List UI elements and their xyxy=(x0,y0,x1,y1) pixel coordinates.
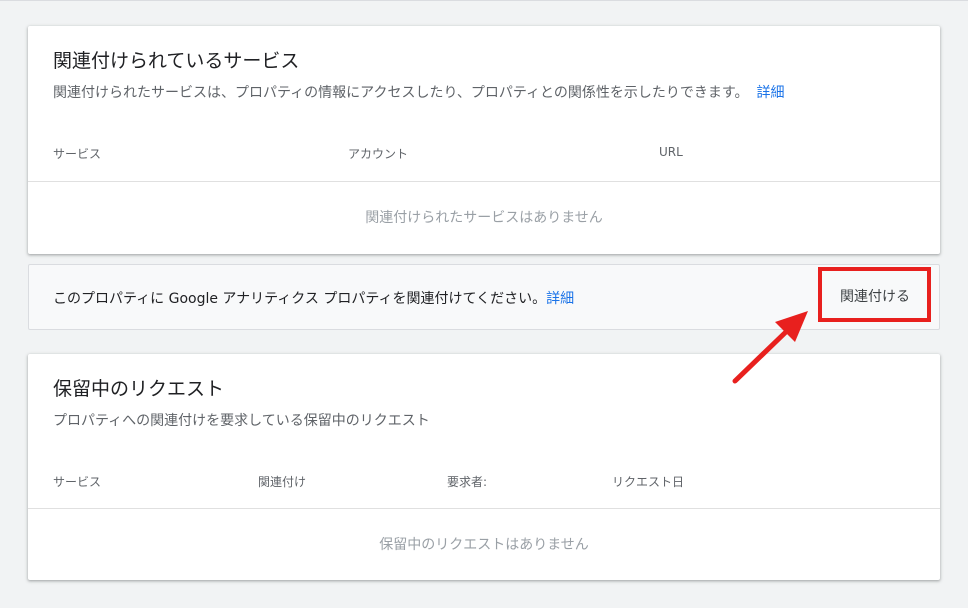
linked-services-empty-message: 関連付けられたサービスはありません xyxy=(365,210,603,226)
table-divider xyxy=(28,181,940,182)
column-header-service: サービス xyxy=(53,475,102,489)
pending-requests-title: 保留中のリクエスト xyxy=(53,378,225,400)
linked-services-subtitle: 関連付けられたサービスは、プロパティの情報にアクセスしたり、プロパティとの関係性… xyxy=(53,85,749,101)
column-header-requester: 要求者: xyxy=(447,475,488,489)
pending-requests-subtitle: プロパティへの関連付けを要求している保留中のリクエスト xyxy=(53,413,430,429)
table-divider xyxy=(28,508,940,509)
column-header-service: サービス xyxy=(53,147,102,161)
linked-services-title: 関連付けられているサービス xyxy=(53,50,300,72)
linked-services-details-link[interactable]: 詳細 xyxy=(757,85,785,101)
column-header-account: アカウント xyxy=(348,147,409,161)
column-header-url: URL xyxy=(659,145,683,159)
column-header-link: 関連付け xyxy=(258,475,307,489)
column-header-request-date: リクエスト日 xyxy=(612,475,685,489)
pending-requests-empty-message: 保留中のリクエストはありません xyxy=(379,537,589,553)
link-button[interactable]: 関連付ける xyxy=(819,267,931,325)
banner-details-link[interactable]: 詳細 xyxy=(546,291,574,307)
link-property-banner: このプロパティに Google アナリティクス プロパティを関連付けてください。… xyxy=(28,264,940,330)
banner-message: このプロパティに Google アナリティクス プロパティを関連付けてください。… xyxy=(53,288,574,308)
linked-services-card: 関連付けられているサービス 関連付けられたサービスは、プロパティの情報にアクセス… xyxy=(28,26,940,254)
top-divider xyxy=(0,0,968,1)
banner-text: このプロパティに Google アナリティクス プロパティを関連付けてください。 xyxy=(53,291,547,307)
linked-services-description: 関連付けられたサービスは、プロパティの情報にアクセスしたり、プロパティとの関係性… xyxy=(53,82,785,102)
pending-requests-card: 保留中のリクエスト プロパティへの関連付けを要求している保留中のリクエスト サー… xyxy=(28,354,940,580)
